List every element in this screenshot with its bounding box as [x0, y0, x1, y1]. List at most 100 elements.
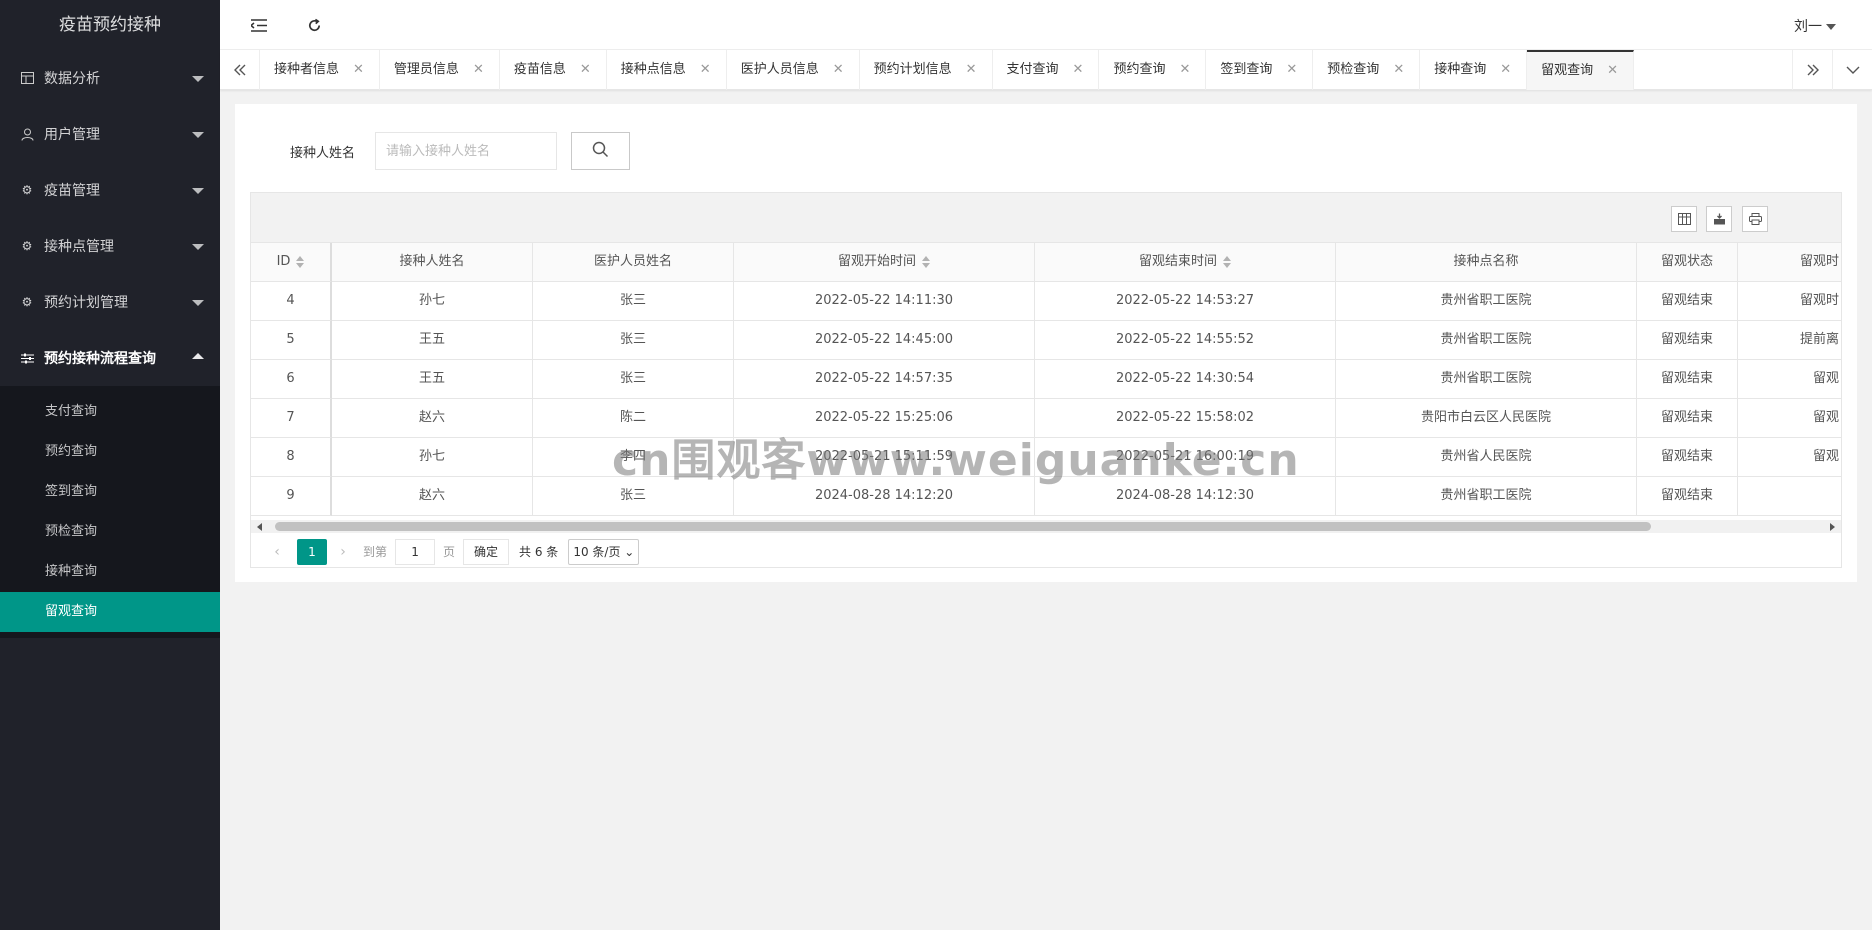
horizontal-scrollbar[interactable] [251, 520, 1841, 533]
menu-plan-management[interactable]: ⚙ 预约计划管理 [0, 274, 220, 330]
tab-label: 支付查询 [1006, 62, 1059, 77]
table-cell-status: 留观结束 [1637, 399, 1738, 438]
column-header-start-time[interactable]: 留观开始时间 [734, 243, 1035, 282]
close-icon[interactable]: ✕ [580, 50, 591, 90]
tab-site-info[interactable]: 接种点信息 ✕ [607, 50, 727, 90]
column-header-id[interactable]: ID [251, 243, 332, 282]
goto-page-input[interactable]: 1 [395, 538, 436, 565]
close-icon[interactable]: ✕ [700, 50, 711, 90]
search-icon [592, 141, 609, 162]
sidebar-item-payment-query[interactable]: 支付查询 [0, 392, 220, 432]
goto-confirm-button[interactable]: 确定 [463, 538, 510, 565]
sidebar: 疫苗预约接种 数据分析 用户管理 ⚙ 疫苗管理 ⚙ 接种点管理 ⚙ 预约计划管理… [0, 0, 220, 930]
column-title: 接种点名称 [1453, 254, 1519, 269]
sidebar-item-checkin-query[interactable]: 签到查询 [0, 472, 220, 512]
table-cell-recipient: 赵六 [332, 399, 533, 438]
sort-icon[interactable] [922, 255, 930, 268]
tab-medical-staff-info[interactable]: 医护人员信息 ✕ [727, 50, 860, 90]
prev-page-icon[interactable]: ‹ [267, 544, 287, 560]
table-cell-recipient: 孙七 [332, 438, 533, 477]
table-cell-staff: 张三 [533, 477, 734, 516]
menu-site-management[interactable]: ⚙ 接种点管理 [0, 218, 220, 274]
tab-admin-info[interactable]: 管理员信息 ✕ [380, 50, 500, 90]
tab-vaccination-query[interactable]: 接种查询 ✕ [1420, 50, 1528, 90]
current-page[interactable]: 1 [297, 538, 327, 565]
tabs-scroll-right-icon[interactable] [1792, 50, 1832, 90]
sidebar-item-appointment-query[interactable]: 预约查询 [0, 432, 220, 472]
page-unit-label: 页 [443, 545, 456, 559]
table-cell-extra: 留观 [1738, 399, 1841, 438]
sidebar-item-vaccination-query[interactable]: 接种查询 [0, 552, 220, 592]
column-header-end-time[interactable]: 留观结束时间 [1035, 243, 1336, 282]
tab-label: 疫苗信息 [513, 62, 566, 77]
table-cell-extra: 留观 [1738, 438, 1841, 477]
chevron-down-icon [192, 300, 204, 306]
tab-label: 留观查询 [1541, 63, 1594, 78]
menu-label: 数据分析 [44, 71, 100, 87]
table-cell-start: 2024-08-28 14:12:20 [734, 477, 1035, 516]
tab-label: 接种者信息 [274, 62, 340, 77]
table-cell-recipient: 孙七 [332, 282, 533, 321]
scroll-right-arrow-icon[interactable] [1830, 523, 1835, 531]
table-cell-status: 留观结束 [1637, 282, 1738, 321]
table-cell-end: 2022-05-22 14:53:27 [1035, 282, 1336, 321]
table-cell-id: 7 [251, 399, 332, 438]
column-header-staff: 医护人员姓名 [533, 243, 734, 282]
table-toolbar [251, 193, 1841, 243]
table-cell-site: 贵州省职工医院 [1336, 282, 1637, 321]
table-cell-status: 留观结束 [1637, 438, 1738, 477]
print-icon[interactable] [1742, 206, 1768, 232]
column-title: 留观开始时间 [837, 254, 916, 269]
tab-observation-query[interactable]: 留观查询 ✕ [1527, 50, 1635, 90]
menu-user-management[interactable]: 用户管理 [0, 106, 220, 162]
tabs-scroll-left-icon[interactable] [220, 50, 260, 90]
close-icon[interactable]: ✕ [1500, 50, 1511, 90]
next-page-icon[interactable]: › [333, 544, 353, 560]
table-cell-id: 6 [251, 360, 332, 399]
tab-checkin-query[interactable]: 签到查询 ✕ [1206, 50, 1314, 90]
table-cell-id: 4 [251, 282, 332, 321]
sidebar-item-precheck-query[interactable]: 预检查询 [0, 512, 220, 552]
scrollbar-thumb[interactable] [275, 522, 1651, 531]
tab-precheck-query[interactable]: 预检查询 ✕ [1313, 50, 1421, 90]
close-icon[interactable]: ✕ [1393, 50, 1404, 90]
table-icon [20, 71, 34, 85]
menu-label: 接种点管理 [44, 239, 114, 255]
close-icon[interactable]: ✕ [966, 50, 977, 90]
tab-vaccine-info[interactable]: 疫苗信息 ✕ [500, 50, 607, 90]
tab-label: 管理员信息 [393, 62, 459, 77]
chevron-down-icon [192, 188, 204, 194]
page-size-select[interactable]: 10 条/页 ⌄ [568, 538, 640, 565]
user-menu[interactable]: 刘一 [1794, 16, 1836, 36]
menu-vaccine-management[interactable]: ⚙ 疫苗管理 [0, 162, 220, 218]
tabs-menu-chevron-down-icon[interactable] [1832, 50, 1872, 90]
scroll-left-arrow-icon[interactable] [257, 523, 262, 531]
table-cell-staff: 陈二 [533, 399, 734, 438]
sort-icon[interactable] [296, 255, 305, 268]
search-input[interactable] [375, 132, 557, 170]
collapse-menu-icon[interactable] [248, 14, 270, 36]
close-icon[interactable]: ✕ [1286, 50, 1297, 90]
close-icon[interactable]: ✕ [1607, 52, 1618, 90]
menu-data-analysis[interactable]: 数据分析 [0, 50, 220, 106]
tab-recipient-info[interactable]: 接种者信息 ✕ [260, 50, 380, 90]
tab-plan-info[interactable]: 预约计划信息 ✕ [860, 50, 993, 90]
columns-filter-icon[interactable] [1671, 206, 1697, 232]
sidebar-item-observation-query[interactable]: 留观查询 [0, 592, 220, 632]
tab-payment-query[interactable]: 支付查询 ✕ [993, 50, 1100, 90]
tab-appointment-query[interactable]: 预约查询 ✕ [1099, 50, 1207, 90]
table-cell-start: 2022-05-21 15:11:59 [734, 438, 1035, 477]
tab-label: 接种查询 [1434, 62, 1487, 77]
tab-label: 预检查询 [1327, 62, 1380, 77]
sort-icon[interactable] [1223, 255, 1231, 268]
export-icon[interactable] [1706, 206, 1732, 232]
menu-process-query[interactable]: 预约接种流程查询 [0, 330, 220, 386]
close-icon[interactable]: ✕ [833, 50, 844, 90]
submenu: 支付查询 预约查询 签到查询 预检查询 接种查询 留观查询 [0, 386, 220, 638]
close-icon[interactable]: ✕ [353, 50, 364, 90]
close-icon[interactable]: ✕ [473, 50, 484, 90]
close-icon[interactable]: ✕ [1073, 50, 1084, 90]
refresh-icon[interactable] [303, 14, 325, 36]
close-icon[interactable]: ✕ [1179, 50, 1190, 90]
search-button[interactable] [571, 132, 630, 170]
